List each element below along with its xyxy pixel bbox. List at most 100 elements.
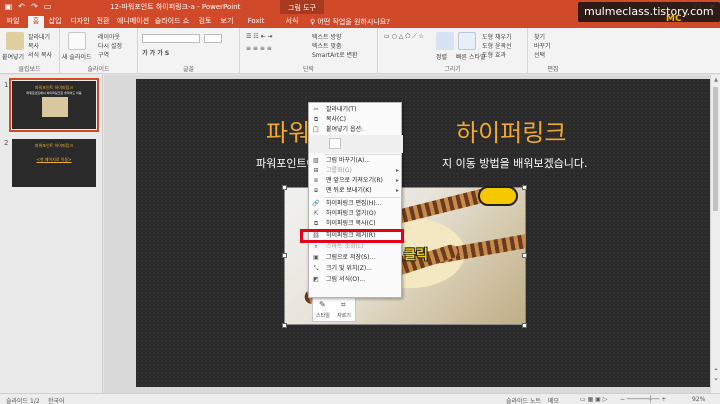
select-button[interactable]: 선택 [534,50,545,59]
clipboard-group-label: 클립보드 [18,66,41,73]
comments-button[interactable]: 메모 [548,396,559,404]
thumb-body: 파워포인트에서 하이퍼링크로 슬라이드 이동 [26,91,82,95]
mini-style-label[interactable]: 스타일 [316,312,330,319]
menu-item-send-to-back[interactable]: ⧇ 맨 뒤로 보내기(K) ▸ [309,186,403,196]
highlight-box [300,229,404,243]
submenu-arrow-icon: ▸ [395,177,399,184]
paste-button[interactable]: 붙여넣기 [2,52,24,61]
mini-crop-label[interactable]: 자르기 [337,312,351,319]
tab-review[interactable]: 검토 [196,16,214,28]
replace-button[interactable]: 바꾸기 [534,41,551,50]
tab-home[interactable]: 홈 [28,16,44,28]
tab-design[interactable]: 디자인 [68,16,92,28]
context-menu: ✂ 잘라내기(T) ⧉ 복사(C) 📋 붙여넣기 옵션: ▨ 그림 바꾸기(A)... … [308,102,403,298]
font-size-dropdown[interactable] [204,34,222,43]
tab-format[interactable]: 서식 [282,16,302,28]
vertical-scrollbar[interactable]: ▲ ⏶ ⏷ [710,75,720,393]
scroll-up-icon[interactable]: ▲ [712,77,720,83]
menu-item-change-picture[interactable]: ▨ 그림 바꾸기(A)... [309,156,403,166]
slide-thumbnail-pane: 1 파워포인트 하이퍼링크 파워포인트에서 하이퍼링크로 슬라이드 이동 2 파… [0,75,103,393]
tab-transitions[interactable]: 전환 [94,16,112,28]
layout-button[interactable]: 레이아웃 [98,32,120,41]
slide-canvas[interactable]: 파워 하이퍼링크 파워포인트에 지 이동 방법을 배워보겠습니다. [136,79,710,387]
shape-effects-button[interactable]: 도형 효과 [482,50,506,59]
arrange-icon[interactable] [436,32,454,50]
menu-item-cut[interactable]: ✂ 잘라내기(T) [309,105,403,115]
tell-me-search[interactable]: ♀ 어떤 작업을 원하시나요? [310,17,390,27]
tab-view[interactable]: 보기 [218,16,236,28]
resize-handle[interactable] [522,323,527,328]
save-icon[interactable]: ▣ [4,2,13,11]
view-buttons[interactable]: ▭ ▦ ▣ ▷ [580,396,607,403]
tab-foxit-pdf[interactable]: Foxit PDF [240,16,272,35]
drawing-group: ▭ ○ △ ⬠ ⟋ ☆ 정렬 빠른 스타일 도형 채우기 도형 윤곽선 도형 효… [378,28,528,74]
menu-item-edit-hyperlink[interactable]: 🔗 하이퍼링크 편집(H)... [309,199,403,209]
zoom-slider[interactable]: − ──────┼── + [620,396,666,403]
menu-item-save-as-picture[interactable]: ▣ 그림으로 저장(S)... [309,253,403,263]
crop-icon[interactable]: ⌗ [341,300,346,310]
shape-outline-button[interactable]: 도형 윤곽선 [482,41,512,50]
format-painter-button[interactable]: 서식 복사 [28,50,52,59]
slide-number-1: 1 [4,81,9,89]
menu-item-format-picture[interactable]: ◩ 그림 서식(O)... [309,275,403,285]
tab-insert[interactable]: 삽입 [46,16,64,28]
font-group: 가 가 가 S 글꼴 [138,28,240,74]
menu-item-copy-hyperlink[interactable]: ⧉ 하이퍼링크 복사(C) [309,219,403,229]
text-direction-button[interactable]: 텍스트 방향 [312,32,342,41]
slide-title-left[interactable]: 파워 [266,113,310,148]
slide-subtitle-right[interactable]: 지 이동 방법을 배워보겠습니다. [442,155,588,171]
copy-button[interactable]: 복사 [28,41,39,50]
paste-icon[interactable] [6,32,24,50]
find-button[interactable]: 찾기 [534,32,545,41]
reset-button[interactable]: 다시 설정 [98,41,122,50]
menu-item-copy[interactable]: ⧉ 복사(C) [309,115,403,125]
bold-icon[interactable]: 가 가 가 S [142,48,169,57]
next-slide-icon[interactable]: ⏷ [712,377,720,383]
paste-option-button[interactable] [329,138,341,149]
tab-slideshow[interactable]: 슬라이드 쇼 [154,16,190,28]
align-icon[interactable]: ≡ ≡ ≡ ≡ [246,45,272,52]
slide-title-right[interactable]: 하이퍼링크 [456,113,566,148]
submenu-arrow-icon: ▸ [395,167,399,174]
menu-item-open-hyperlink[interactable]: ⇱ 하이퍼링크 열기(O) [309,209,403,219]
scrollbar-thumb[interactable] [713,87,718,211]
resize-handle[interactable] [282,253,287,258]
new-slide-button[interactable]: 새 슬라이드 [62,52,92,61]
arrange-button[interactable]: 정렬 [436,52,447,61]
cut-button[interactable]: 잘라내기 [28,32,50,41]
redo-icon[interactable]: ↷ [30,2,39,11]
shape-fill-button[interactable]: 도형 채우기 [482,32,512,41]
notes-button[interactable]: 슬라이드 노트 [506,396,541,404]
paragraph-group: ☰ ☷ ⇤ ⇥ ≡ ≡ ≡ ≡ 텍스트 방향 텍스트 맞춤 SmartArt로 … [240,28,378,74]
align-text-button[interactable]: 텍스트 맞춤 [312,41,342,50]
bullets-icon[interactable]: ☰ ☷ ⇤ ⇥ [246,33,273,40]
group-icon: ⊞ [313,167,319,174]
zoom-level[interactable]: 92% [692,396,705,403]
slideshow-icon[interactable]: ▭ [43,2,52,11]
tab-animations[interactable]: 애니메이션 [116,16,150,28]
menu-item-bring-to-front[interactable]: ⧈ 맨 앞으로 가져오기(R) ▸ [309,176,403,186]
resize-handle[interactable] [522,253,527,258]
menu-separator [324,154,402,155]
quick-styles-icon[interactable] [458,32,476,50]
resize-handle[interactable] [522,185,527,190]
font-name-dropdown[interactable] [142,34,200,43]
section-button[interactable]: 구역 [98,50,109,59]
undo-icon[interactable]: ↶ [17,2,26,11]
menu-item-size-position[interactable]: ⤡ 크기 및 위치(Z)... [309,264,403,274]
new-slide-icon[interactable] [68,32,86,50]
style-icon[interactable]: ✎ [319,300,326,309]
prev-slide-icon[interactable]: ⏶ [712,367,720,373]
resize-handle[interactable] [282,185,287,190]
shapes-gallery[interactable]: ▭ ○ △ ⬠ ⟋ ☆ [384,33,424,41]
slides-group-label: 슬라이드 [87,66,110,73]
slide-thumbnail-1[interactable]: 파워포인트 하이퍼링크 파워포인트에서 하이퍼링크로 슬라이드 이동 [9,78,99,132]
tab-file[interactable]: 파일 [4,16,22,28]
editing-group-label: 편집 [547,66,559,73]
smartart-button[interactable]: SmartArt로 변환 [312,50,358,59]
language-indicator[interactable]: 한국어 [48,396,65,404]
slide-thumbnail-2[interactable]: 파워포인트 하이퍼링크 <첫 페이지로 이동> [12,139,96,187]
status-bar: 슬라이드 1/2 한국어 슬라이드 노트 메모 ▭ ▦ ▣ ▷ − ──────… [0,393,720,404]
resize-handle[interactable] [282,323,287,328]
font-group-label: 글꼴 [182,66,195,73]
